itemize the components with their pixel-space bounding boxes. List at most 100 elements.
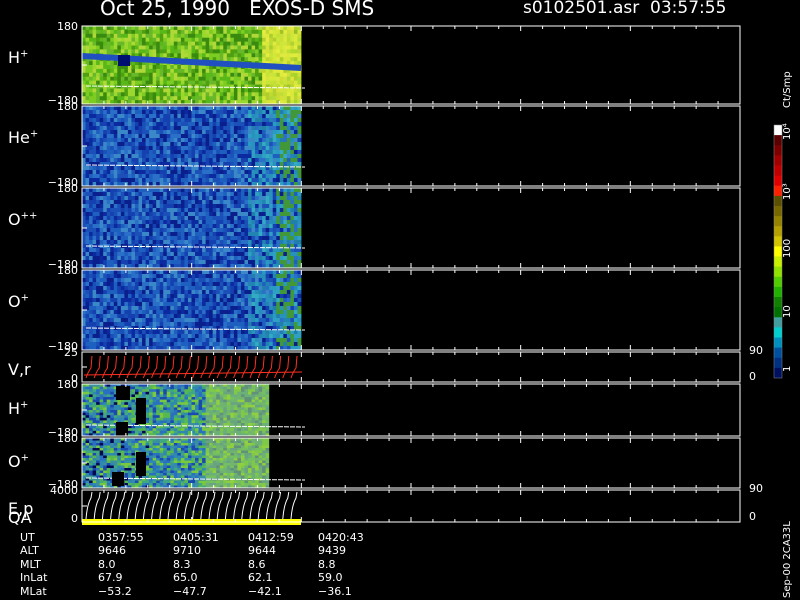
heatmap-cell	[110, 130, 115, 135]
heatmap-cell	[103, 80, 108, 85]
heatmap-cell	[92, 130, 97, 135]
heatmap-cell	[173, 310, 178, 315]
heatmap-cell	[276, 314, 281, 319]
heatmap-cell	[103, 68, 108, 74]
heatmap-cell	[297, 342, 302, 347]
heatmap-cell	[290, 290, 295, 295]
heatmap-cell	[258, 318, 263, 323]
heatmap-cell	[170, 92, 175, 97]
heatmap-cell	[145, 298, 150, 303]
heatmap-cell	[106, 29, 111, 35]
heatmap-cell	[184, 130, 189, 135]
heatmap-cell	[216, 126, 221, 131]
heatmap-cell	[145, 294, 150, 299]
heatmap-cell	[89, 274, 93, 279]
heatmap-cell	[258, 178, 263, 183]
heatmap-cell	[293, 216, 298, 221]
heatmap-cell	[195, 37, 199, 42]
heatmap-cell	[202, 126, 207, 131]
heatmap-cell	[117, 72, 122, 78]
heatmap-cell	[127, 37, 132, 42]
heatmap-cell	[212, 134, 217, 139]
heatmap-cell	[180, 106, 185, 111]
heatmap-cell	[226, 278, 231, 283]
heatmap-cell	[85, 196, 90, 201]
heatmap-cell	[276, 252, 281, 257]
heatmap-cell	[89, 330, 93, 335]
heatmap-cell	[240, 106, 245, 111]
heatmap-cell	[117, 196, 122, 201]
heatmap-cell	[134, 29, 139, 35]
heatmap-cell	[149, 302, 154, 307]
heatmap-cell	[212, 29, 217, 35]
heatmap-cell	[163, 256, 168, 261]
heatmap-cell	[92, 158, 97, 163]
heatmap-cell	[219, 278, 224, 283]
heatmap-cell	[237, 302, 242, 307]
heatmap-cell	[237, 248, 242, 253]
heatmap-cell	[283, 318, 288, 323]
heatmap-cell	[272, 170, 277, 175]
heatmap-cell	[237, 256, 242, 261]
heatmap-cell	[269, 338, 274, 343]
heatmap-cell	[202, 318, 207, 323]
heatmap-cell	[173, 236, 178, 241]
heatmap-cell	[297, 322, 302, 327]
heatmap-cell	[110, 76, 115, 81]
heatmap-cell	[96, 196, 101, 201]
heatmap-cell	[240, 294, 245, 299]
heatmap-cell	[223, 220, 228, 225]
heatmap-cell	[99, 134, 104, 139]
heatmap-cell	[226, 96, 231, 101]
heatmap-cell	[89, 158, 93, 163]
heatmap-cell	[286, 310, 291, 315]
heatmap-cell	[293, 106, 298, 111]
heatmap-cell	[244, 322, 249, 327]
heatmap-cell	[258, 150, 263, 155]
heatmap-cell	[131, 282, 136, 287]
heatmap-cell	[85, 298, 90, 303]
heatmap-cell	[159, 270, 164, 275]
heatmap-cell	[233, 53, 238, 58]
heatmap-cell	[170, 260, 175, 265]
heatmap-cell	[191, 290, 196, 295]
heatmap-cell	[198, 330, 203, 335]
heatmap-cell	[156, 212, 161, 217]
heatmap-cell	[223, 290, 228, 295]
heatmap-cell	[216, 244, 221, 249]
heatmap-cell	[276, 88, 281, 93]
heatmap-cell	[117, 118, 122, 123]
heatmap-cell	[134, 232, 139, 237]
heatmap-cell	[92, 310, 97, 315]
heatmap-cell	[106, 122, 111, 127]
heatmap-cell	[191, 208, 196, 213]
heatmap-cell	[212, 114, 217, 119]
heatmap-cell	[233, 68, 238, 74]
heatmap-cell	[152, 68, 157, 74]
heatmap-cell	[156, 278, 161, 283]
heatmap-cell	[106, 248, 111, 253]
heatmap-cell	[265, 130, 270, 135]
heatmap-cell	[233, 122, 238, 127]
heatmap-cell	[219, 146, 224, 151]
heatmap-cell	[209, 174, 214, 179]
heatmap-cell	[166, 330, 171, 335]
heatmap-cell	[145, 41, 150, 46]
heatmap-cell	[82, 126, 86, 131]
heatmap-cell	[265, 92, 270, 97]
heatmap-cell	[117, 232, 122, 237]
heatmap-cell	[124, 236, 129, 241]
heatmap-cell	[92, 134, 97, 139]
heatmap-cell	[127, 130, 132, 135]
heatmap-cell	[82, 178, 86, 183]
heatmap-cell	[279, 290, 284, 295]
heatmap-cell	[202, 178, 207, 183]
heatmap-cell	[216, 158, 221, 163]
heatmap-cell	[82, 170, 86, 175]
heatmap-cell	[212, 49, 217, 54]
heatmap-cell	[149, 270, 154, 275]
heatmap-cell	[219, 298, 224, 303]
heatmap-cell	[113, 260, 118, 265]
heatmap-cell	[106, 134, 111, 139]
heatmap-cell	[120, 138, 125, 143]
